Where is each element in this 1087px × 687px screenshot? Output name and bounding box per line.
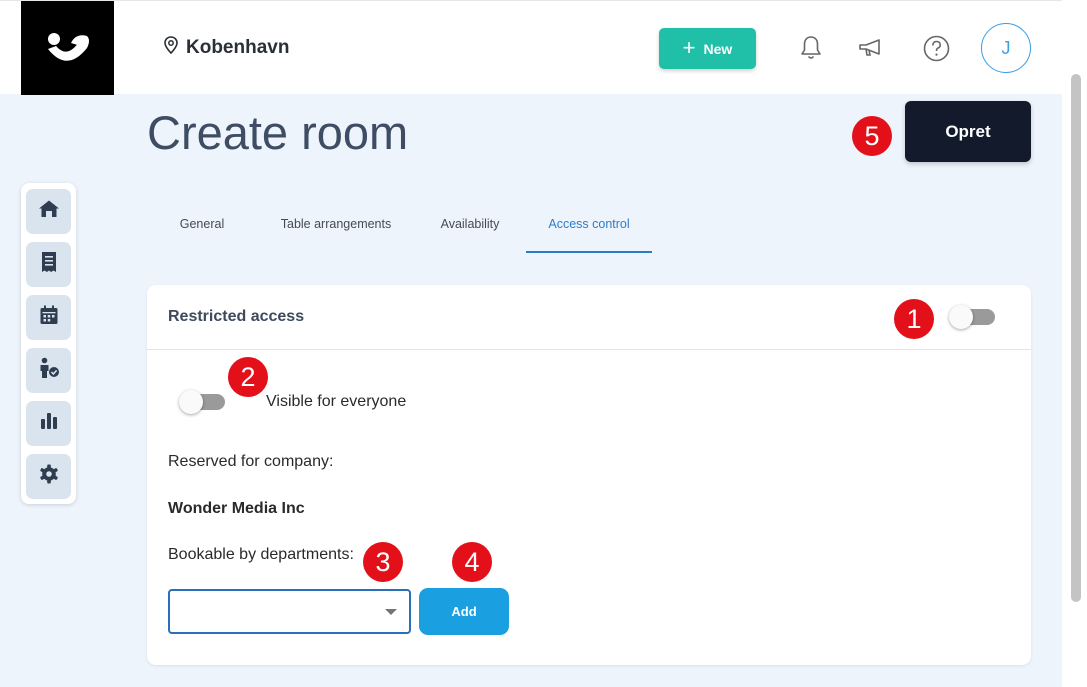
active-tab-indicator bbox=[526, 251, 652, 253]
visible-for-everyone-label: Visible for everyone bbox=[266, 393, 407, 410]
dropdown-caret-icon bbox=[385, 609, 397, 615]
plus-icon: + bbox=[682, 34, 696, 60]
page-title: Create room bbox=[147, 106, 409, 159]
scrollbar-thumb[interactable] bbox=[1071, 74, 1081, 602]
help-icon[interactable] bbox=[921, 33, 951, 63]
avatar-initial: J bbox=[1001, 37, 1011, 58]
step-marker-3: 3 bbox=[363, 542, 403, 582]
sidebar-item-bookings[interactable] bbox=[26, 242, 71, 287]
sidebar-item-home[interactable] bbox=[26, 189, 71, 234]
receipt-icon bbox=[40, 251, 58, 278]
step-marker-1: 1 bbox=[894, 299, 934, 339]
location-selector[interactable]: Kobenhavn bbox=[164, 35, 289, 61]
new-button[interactable]: + New bbox=[659, 28, 756, 69]
create-button[interactable]: Opret bbox=[905, 101, 1031, 162]
tab-general[interactable]: General bbox=[168, 217, 236, 253]
tab-access-control[interactable]: Access control bbox=[526, 217, 652, 253]
top-bar: Kobenhavn + New J bbox=[0, 0, 1062, 95]
person-check-icon bbox=[38, 357, 60, 384]
departments-select[interactable] bbox=[168, 589, 411, 634]
step-marker-2: 2 bbox=[228, 357, 268, 397]
logo[interactable] bbox=[21, 1, 114, 95]
bar-chart-icon bbox=[40, 412, 58, 435]
map-pin-icon bbox=[164, 36, 178, 60]
tab-availability[interactable]: Availability bbox=[430, 217, 510, 253]
new-button-label: New bbox=[703, 40, 733, 57]
gear-icon bbox=[39, 464, 59, 489]
step-marker-4: 4 bbox=[452, 542, 492, 582]
sidebar-item-statistics[interactable] bbox=[26, 401, 71, 446]
sidebar-item-calendar[interactable] bbox=[26, 295, 71, 340]
toggle-knob bbox=[949, 305, 973, 329]
step-marker-5: 5 bbox=[852, 116, 892, 156]
sidebar-item-settings[interactable] bbox=[26, 454, 71, 499]
visible-for-everyone-toggle[interactable] bbox=[179, 390, 225, 414]
user-avatar[interactable]: J bbox=[981, 23, 1031, 73]
sidebar-item-guests[interactable] bbox=[26, 348, 71, 393]
restricted-access-toggle[interactable] bbox=[949, 305, 995, 329]
company-name: Wonder Media Inc bbox=[168, 500, 305, 517]
bell-icon[interactable] bbox=[796, 33, 826, 63]
calendar-icon bbox=[39, 305, 59, 330]
bookable-by-departments-label: Bookable by departments: bbox=[168, 546, 354, 563]
megaphone-icon[interactable] bbox=[856, 33, 886, 63]
add-department-button[interactable]: Add bbox=[419, 588, 509, 635]
card-title: Restricted access bbox=[168, 308, 305, 325]
location-name: Kobenhavn bbox=[186, 37, 290, 58]
access-control-card: Restricted access Visible for everyone R… bbox=[147, 285, 1031, 665]
reserved-for-company-label: Reserved for company: bbox=[168, 453, 334, 470]
tab-table-arrangements[interactable]: Table arrangements bbox=[270, 217, 402, 253]
home-icon bbox=[38, 199, 60, 224]
toggle-knob bbox=[179, 390, 203, 414]
side-navigation bbox=[21, 183, 76, 504]
